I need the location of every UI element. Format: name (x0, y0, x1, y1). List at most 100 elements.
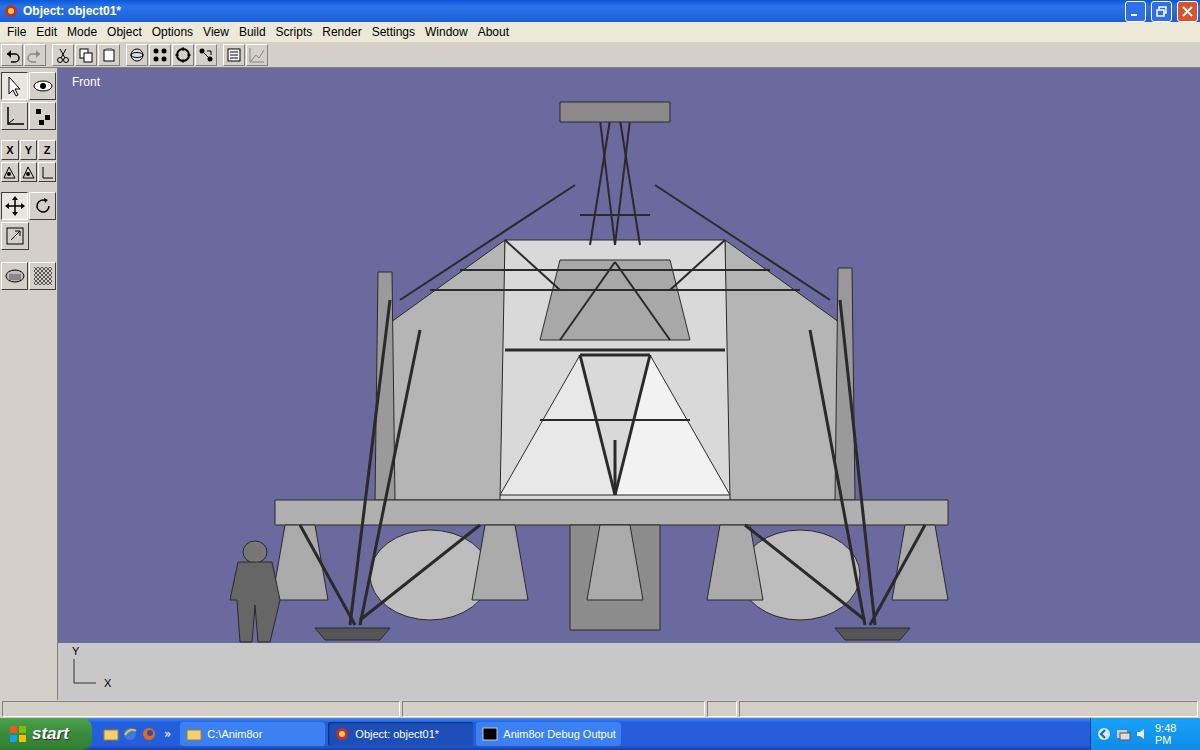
dots-tool[interactable] (29, 102, 56, 130)
cut-button[interactable] (52, 44, 74, 66)
taskbar-button[interactable]: Anim8or Debug Output (476, 722, 621, 746)
sphere-icon (128, 46, 146, 64)
lander-figure-icon (58, 68, 1200, 700)
restore-button[interactable] (1151, 1, 1172, 22)
task-label: Anim8or Debug Output (503, 728, 616, 740)
texture-icon (31, 264, 55, 288)
ground-plane: YX (58, 643, 1200, 700)
world-coords-icon (21, 165, 36, 180)
axis-button[interactable]: Y (20, 140, 38, 160)
clock: 9:48 PM (1155, 722, 1194, 746)
move-icon (3, 194, 27, 218)
minimize-icon (1130, 6, 1141, 17)
task-label: C:\Anim8or (207, 728, 262, 740)
rotate-icon (31, 194, 55, 218)
windows-logo-icon (8, 724, 28, 744)
workspace: XYZYXFront (0, 68, 1200, 700)
axis-indicator: YX (70, 645, 110, 693)
points-icon (151, 46, 169, 64)
menu-item[interactable]: View (198, 25, 234, 39)
menu-item[interactable]: Object (102, 25, 147, 39)
menu-item[interactable]: Mode (62, 25, 102, 39)
local-coords-button[interactable] (1, 162, 19, 182)
link-icon (197, 46, 215, 64)
axis-button[interactable]: Z (38, 140, 56, 160)
start-button[interactable]: start (0, 718, 92, 750)
anim8or-icon (334, 726, 350, 742)
redo-button[interactable] (24, 44, 46, 66)
menu-item[interactable]: File (2, 25, 31, 39)
close-button[interactable] (1177, 1, 1198, 22)
graph-button[interactable] (246, 44, 268, 66)
viewport[interactable]: YXFront (58, 68, 1200, 700)
toolbar (0, 42, 1200, 68)
shade-icon (3, 264, 27, 288)
texture-button[interactable] (29, 262, 56, 290)
firefox-icon (141, 726, 157, 742)
menu-item[interactable]: Scripts (271, 25, 318, 39)
scale-tool[interactable] (1, 222, 29, 250)
rotate-view-button[interactable] (172, 44, 194, 66)
status-bar (0, 700, 1200, 718)
rotate-tool[interactable] (29, 192, 56, 220)
taskbar-button[interactable]: C:\Anim8or (180, 722, 325, 746)
folder-icon (186, 726, 202, 742)
taskbar-button[interactable]: Object: object01* (328, 722, 473, 746)
world-coords-button[interactable] (20, 162, 38, 182)
graph-icon (248, 46, 266, 64)
taskbar: start » C:\Anim8or Object: object01* Anim8or… (0, 718, 1200, 750)
toolbox: XYZ (0, 68, 58, 700)
viewport-label: Front (72, 75, 100, 89)
app-icon (3, 3, 19, 19)
menu-item[interactable]: Render (317, 25, 366, 39)
link-button[interactable] (195, 44, 217, 66)
shade-button[interactable] (1, 262, 28, 290)
network-icon (1115, 726, 1131, 742)
menu-bar: FileEditModeObjectOptionsViewBuildScript… (0, 22, 1200, 42)
minimize-button[interactable] (1125, 1, 1146, 22)
ie-icon (122, 726, 138, 742)
list-button[interactable] (223, 44, 245, 66)
undo-icon (3, 46, 21, 64)
title-bar: Object: object01* (0, 0, 1200, 22)
cut-icon (54, 46, 72, 64)
quick-launch-more[interactable]: » (164, 727, 171, 741)
system-tray: 9:48 PM (1090, 718, 1200, 750)
lander-model (58, 68, 1200, 703)
undo-button[interactable] (1, 44, 23, 66)
menu-item[interactable]: About (473, 25, 514, 39)
start-label: start (32, 724, 69, 744)
menu-item[interactable]: Settings (367, 25, 420, 39)
local-coords-icon (2, 165, 17, 180)
sphere-button[interactable] (126, 44, 148, 66)
move-tool[interactable] (1, 192, 28, 220)
axis-icon (3, 104, 27, 128)
select-tool[interactable] (1, 72, 28, 100)
restore-icon (1156, 6, 1167, 17)
menu-item[interactable]: Window (420, 25, 473, 39)
menu-item[interactable]: Edit (31, 25, 62, 39)
axis-x-label: X (104, 677, 111, 689)
tray-expand-icon (1097, 727, 1111, 741)
axis-y-label: Y (72, 645, 79, 657)
select-icon (3, 74, 27, 98)
menu-item[interactable]: Options (147, 25, 198, 39)
points-button[interactable] (149, 44, 171, 66)
quick-launch: » (95, 726, 177, 742)
paste-button[interactable] (98, 44, 120, 66)
window-title: Object: object01* (23, 4, 1120, 18)
dots-icon (31, 104, 55, 128)
volume-icon (1135, 726, 1151, 742)
task-label: Object: object01* (355, 728, 439, 740)
menu-item[interactable]: Build (234, 25, 271, 39)
redo-icon (26, 46, 44, 64)
scale-icon (3, 224, 27, 248)
copy-button[interactable] (75, 44, 97, 66)
screen-coords-button[interactable] (38, 162, 56, 182)
eye-tool[interactable] (29, 72, 56, 100)
axis-tool[interactable] (1, 102, 28, 130)
axis-button[interactable]: X (1, 140, 19, 160)
list-icon (225, 46, 243, 64)
close-icon (1182, 6, 1193, 17)
copy-icon (77, 46, 95, 64)
